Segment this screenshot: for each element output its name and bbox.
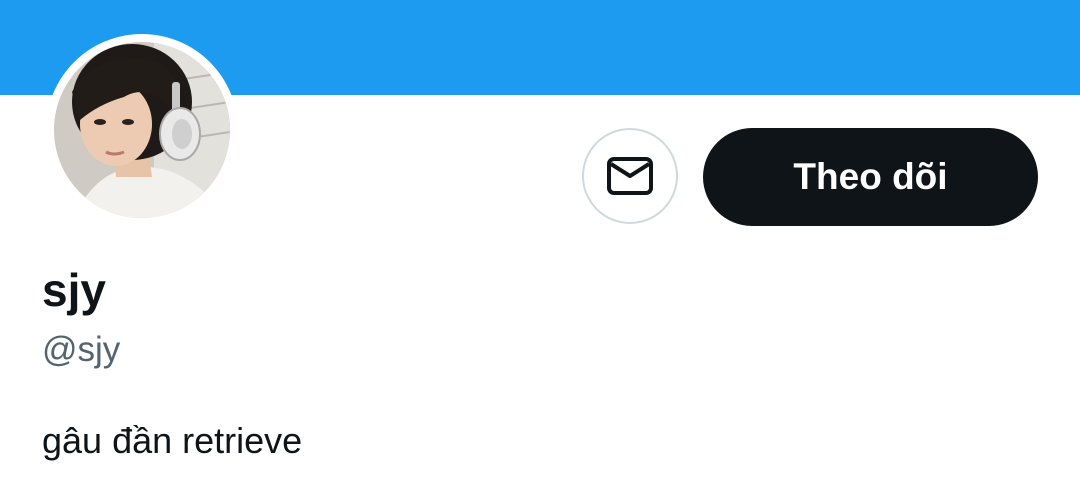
follow-button-label: Theo dõi (793, 156, 948, 197)
follow-button[interactable]: Theo dõi (703, 128, 1038, 226)
user-bio: gâu đần retrieve (42, 420, 303, 461)
profile-header: Theo dõi sjy @sjy gâu đần retrieve (0, 0, 1080, 485)
avatar-photo (54, 42, 230, 218)
envelope-icon (607, 157, 653, 195)
user-handle: @sjy (42, 330, 121, 369)
avatar[interactable] (54, 42, 230, 218)
message-button[interactable] (582, 128, 678, 224)
display-name: sjy (42, 264, 106, 316)
